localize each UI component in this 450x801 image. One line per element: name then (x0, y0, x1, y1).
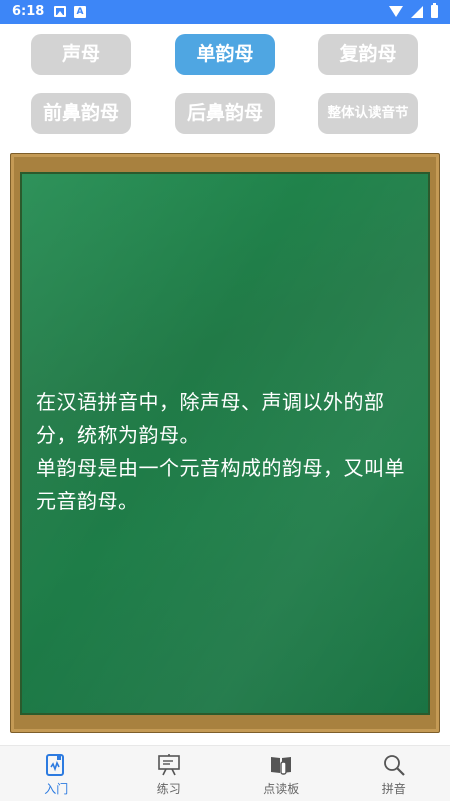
blackboard: 在汉语拼音中，除声母、声调以外的部分，统称为韵母。 单韵母是由一个元音构成的韵母… (20, 172, 430, 715)
reading-pen-icon (268, 753, 294, 777)
wifi-icon (389, 6, 403, 17)
category-button-whole-syllables[interactable]: 整体认读音节 (318, 93, 418, 134)
category-button-initials[interactable]: 声母 (31, 34, 131, 75)
book-audio-icon (43, 753, 69, 777)
status-system-icons (389, 3, 438, 18)
nav-label-reading-board: 点读板 (263, 782, 300, 796)
nav-item-practice[interactable]: 练习 (113, 746, 226, 801)
category-button-front-nasal-finals[interactable]: 前鼻韵母 (31, 93, 131, 134)
signal-icon (411, 5, 423, 18)
status-notification-icons: A (54, 6, 86, 18)
blackboard-text: 在汉语拼音中，除声母、声调以外的部分，统称为韵母。 单韵母是由一个元音构成的韵母… (36, 386, 420, 518)
battery-icon (431, 3, 438, 18)
image-notification-icon (54, 6, 66, 17)
nav-item-intro[interactable]: 入门 (0, 746, 113, 801)
status-bar: 6:18 A (0, 0, 450, 24)
blackboard-paragraph-definition: 在汉语拼音中，除声母、声调以外的部分，统称为韵母。 (36, 390, 385, 447)
nav-label-intro: 入门 (44, 782, 69, 796)
nav-label-practice: 练习 (156, 782, 181, 796)
nav-item-reading-board[interactable]: 点读板 (225, 746, 338, 801)
presentation-board-icon (156, 753, 182, 777)
nav-item-pinyin[interactable]: 拼音 (338, 746, 450, 801)
nav-label-pinyin: 拼音 (381, 782, 406, 796)
bottom-navigation: 入门 练习 点读板 拼音 (0, 745, 450, 801)
status-time: 6:18 (12, 4, 45, 19)
a-notification-icon: A (74, 6, 86, 18)
category-button-compound-finals[interactable]: 复韵母 (318, 34, 418, 75)
blackboard-frame: 在汉语拼音中，除声母、声调以外的部分，统称为韵母。 单韵母是由一个元音构成的韵母… (10, 153, 440, 733)
category-button-simple-finals[interactable]: 单韵母 (175, 34, 275, 75)
blackboard-paragraph-simple-finals: 单韵母是由一个元音构成的韵母，又叫单元音韵母。 (36, 456, 405, 513)
magnifier-icon (381, 753, 407, 777)
category-button-back-nasal-finals[interactable]: 后鼻韵母 (175, 93, 275, 134)
